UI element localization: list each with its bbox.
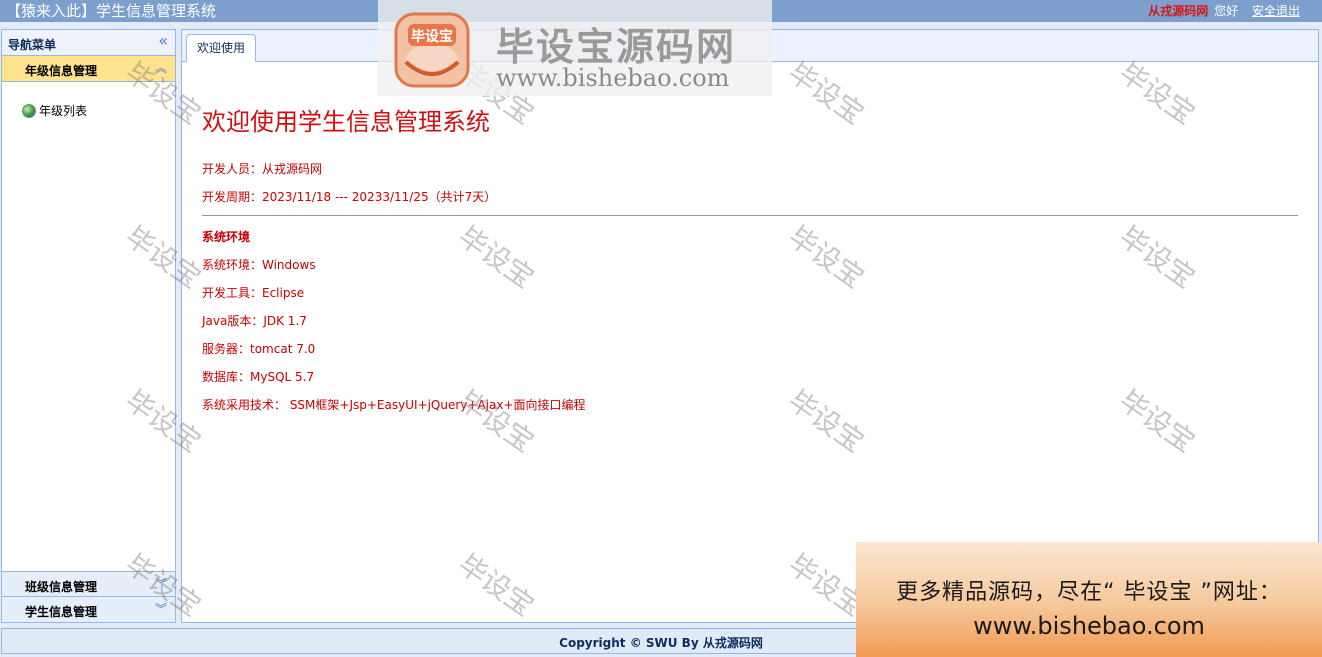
app-title: 【猿来入此】学生信息管理系统 xyxy=(6,2,217,20)
section-student-management[interactable]: 学生信息管理 ︾ xyxy=(2,597,175,623)
sidebar-header: 导航菜单 « xyxy=(2,30,175,56)
menu-item-label: 年级列表 xyxy=(39,104,88,118)
logo-text: 毕设宝源码网 xyxy=(496,25,737,69)
main-panel: 欢迎使用 欢迎使用学生信息管理系统 开发人员：从戎源码网 开发周期：2023/1… xyxy=(181,29,1319,623)
env-line-db: 数据库：MySQL 5.7 xyxy=(202,370,315,384)
section-label: 年级信息管理 xyxy=(25,64,98,78)
env-title: 系统环境 xyxy=(202,230,251,244)
logo-icon: 毕设宝 xyxy=(394,12,470,88)
period-line: 开发周期：2023/11/18 --- 20233/11/25（共计7天） xyxy=(202,190,497,204)
env-line-ide: 开发工具：Eclipse xyxy=(202,286,305,300)
section-label: 班级信息管理 xyxy=(25,580,98,594)
user-area: 从戎源码网 您好 安全退出 xyxy=(1148,3,1300,19)
sidebar-title: 导航菜单 xyxy=(8,38,57,52)
developer-line: 开发人员：从戎源码网 xyxy=(202,162,323,176)
logo-overlay: 毕设宝 毕设宝源码网 www.bishebao.com xyxy=(378,0,772,96)
env-line-java: Java版本：JDK 1.7 xyxy=(202,314,307,328)
ad-banner[interactable]: 更多精品源码，尽在“ 毕设宝 ”网址： www.bishebao.com xyxy=(856,542,1322,657)
sidebar: 导航菜单 « 年级信息管理 ︽ 年级列表 班级信息管理 ︾ 学生信息管理 ︾ xyxy=(1,29,176,623)
username: 从戎源码网 xyxy=(1148,4,1209,18)
section-class-management[interactable]: 班级信息管理 ︾ xyxy=(2,571,175,597)
banner-text: 更多精品源码，尽在“ 毕设宝 ”网址： xyxy=(896,580,1282,605)
env-line-server: 服务器：tomcat 7.0 xyxy=(202,342,316,356)
banner-url: www.bishebao.com xyxy=(973,612,1205,640)
chevron-up-icon[interactable]: ︽ xyxy=(155,60,167,76)
logo-badge: 毕设宝 xyxy=(411,28,453,45)
logo-url: www.bishebao.com xyxy=(496,64,730,92)
env-line-os: 系统环境：Windows xyxy=(202,258,316,272)
section-label: 学生信息管理 xyxy=(25,605,98,619)
tab-welcome[interactable]: 欢迎使用 xyxy=(186,34,256,62)
globe-icon xyxy=(22,104,36,118)
logout-link[interactable]: 安全退出 xyxy=(1252,4,1300,18)
menu-item-grade-list[interactable]: 年级列表 xyxy=(22,102,87,120)
double-chevron-left-icon[interactable]: « xyxy=(158,31,168,51)
greeting: 您好 xyxy=(1214,4,1239,18)
divider xyxy=(202,215,1298,216)
env-line-tech: 系统采用技术： SSM框架+Jsp+EasyUI+jQuery+Ajax+面向接… xyxy=(202,398,586,412)
chevron-down-icon[interactable]: ︾ xyxy=(155,576,167,592)
section-grade-management[interactable]: 年级信息管理 ︽ xyxy=(2,56,175,82)
welcome-heading: 欢迎使用学生信息管理系统 xyxy=(202,108,490,136)
chevron-down-icon[interactable]: ︾ xyxy=(155,601,167,617)
